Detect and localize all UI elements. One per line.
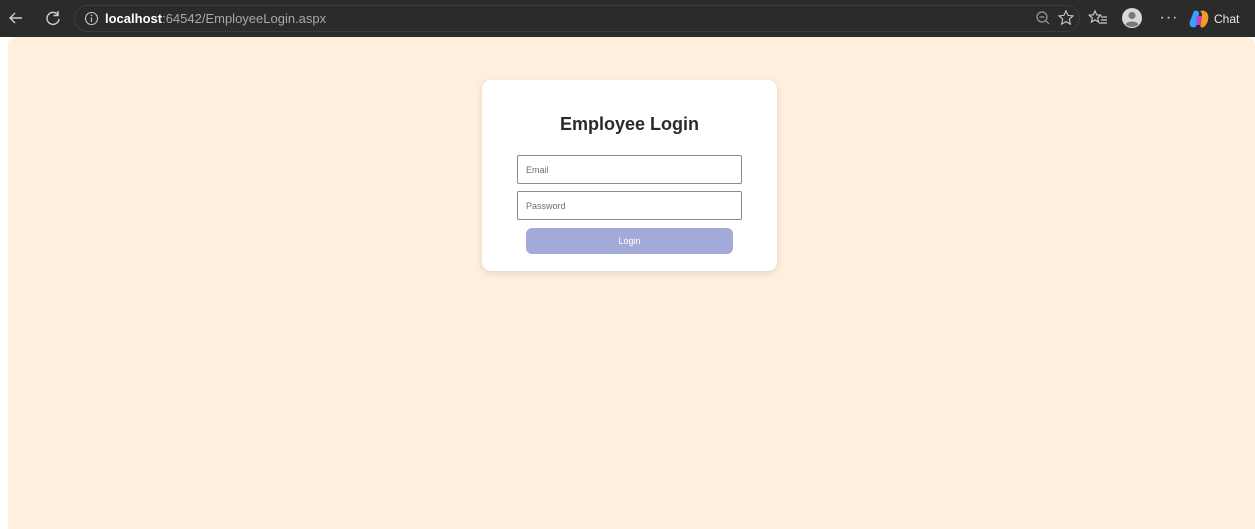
favorites-icon	[1088, 9, 1107, 24]
page-title: Employee Login	[559, 114, 700, 134]
more-options-button[interactable]: ···	[1155, 4, 1183, 32]
site-info-icon[interactable]	[82, 9, 100, 27]
profile-button[interactable]	[1118, 4, 1146, 32]
copilot-chat-button[interactable]: Chat	[1188, 6, 1252, 31]
url-path: :64542/EmployeeLogin.aspx	[162, 11, 327, 26]
refresh-icon	[46, 11, 60, 25]
email-field[interactable]	[517, 155, 742, 184]
url-host: localhost	[105, 11, 163, 26]
star-icon[interactable]	[1054, 6, 1078, 30]
favorites-button[interactable]	[1084, 4, 1112, 32]
login-button[interactable]: Login	[526, 228, 733, 254]
arrow-left-icon	[9, 12, 22, 24]
password-field[interactable]	[517, 191, 742, 220]
zoom-out-icon[interactable]	[1031, 6, 1055, 30]
address-url[interactable]: localhost:64542/EmployeeLogin.aspx	[105, 10, 326, 28]
chat-label: Chat	[1214, 11, 1240, 26]
copilot-icon	[1189, 10, 1209, 27]
login-card: Employee Login Login	[482, 80, 777, 271]
back-button[interactable]	[2, 4, 30, 32]
refresh-button[interactable]	[39, 4, 67, 32]
browser-toolbar: localhost:64542/EmployeeLogin.aspx ··· C…	[0, 0, 1255, 37]
page-content: Employee Login Login	[8, 37, 1255, 529]
avatar-icon	[1122, 8, 1142, 28]
